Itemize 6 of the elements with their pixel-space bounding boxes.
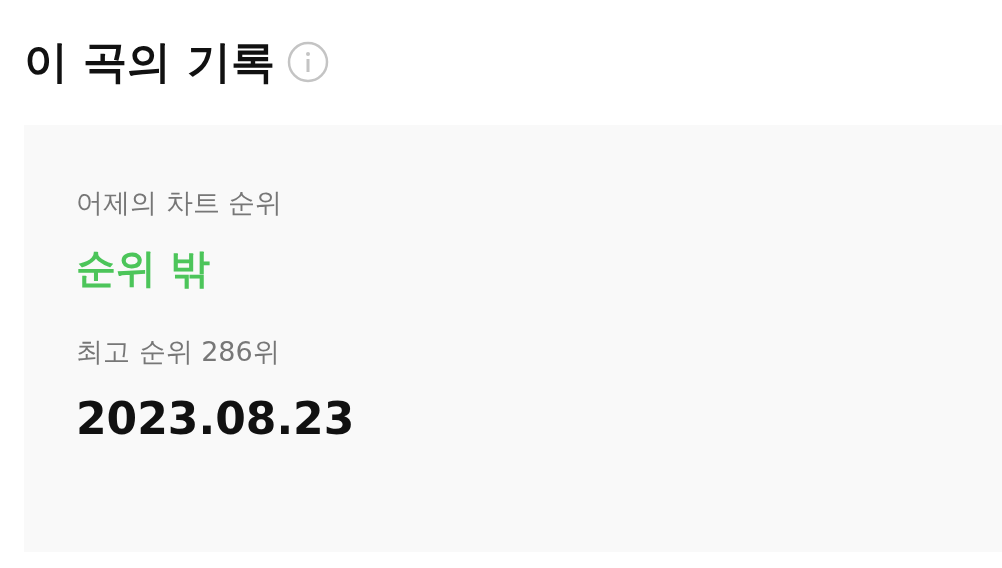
info-icon[interactable]: [286, 41, 329, 83]
section-title: 이 곡의 기록: [24, 40, 275, 84]
yesterday-rank-label: 어제의 차트 순위: [76, 189, 283, 216]
best-rank-date: 2023.08.23: [76, 397, 355, 441]
best-rank-label: 최고 순위 286위: [76, 338, 280, 365]
yesterday-rank-value: 순위 밖: [76, 248, 210, 288]
